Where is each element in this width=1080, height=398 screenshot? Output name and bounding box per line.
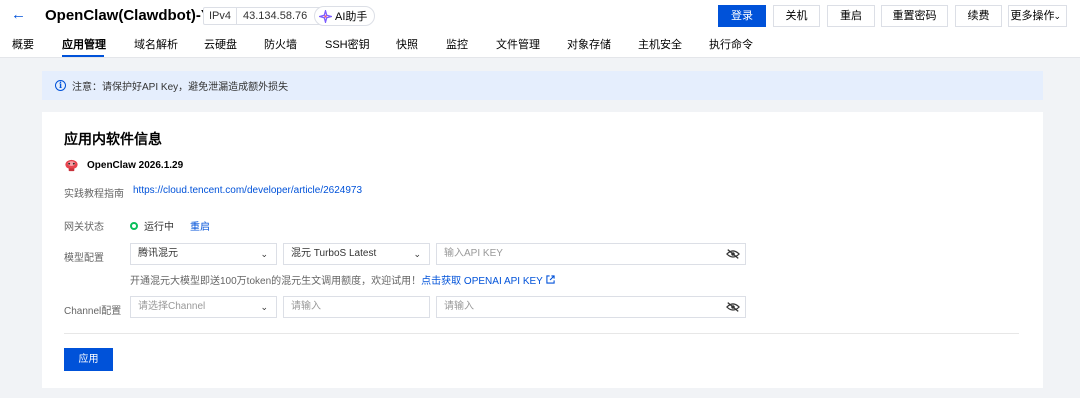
- notice-text: 注意：请保护好API Key，避免泄漏造成额外损失: [72, 82, 289, 93]
- tutorial-link[interactable]: https://cloud.tencent.com/developer/arti…: [133, 185, 362, 196]
- reset-password-button[interactable]: 重置密码: [881, 5, 948, 27]
- channel-config-label: Channel配置: [64, 306, 122, 317]
- more-actions-button[interactable]: 更多操作 ⌄: [1008, 5, 1067, 27]
- model-provider-value: 腾讯混元: [138, 248, 178, 259]
- tab-snapshot[interactable]: 快照: [396, 38, 418, 52]
- tab-bar: 概要 应用管理 域名解析 云硬盘 防火墙 SSH密钥 快照 监控 文件管理 对象…: [0, 33, 1080, 58]
- tab-cloud-disk[interactable]: 云硬盘: [204, 38, 237, 52]
- tab-monitor[interactable]: 监控: [446, 38, 468, 52]
- tab-domain[interactable]: 域名解析: [134, 38, 178, 52]
- shutdown-button[interactable]: 关机: [773, 5, 820, 27]
- chevron-down-icon: ⌄: [260, 302, 268, 312]
- info-icon: i: [55, 80, 66, 91]
- apply-button[interactable]: 应用: [64, 348, 113, 371]
- tab-ssh-keys[interactable]: SSH密钥: [325, 38, 370, 52]
- get-api-key-link[interactable]: 点击获取 OPENAI API KEY: [421, 272, 543, 287]
- channel-input-2-placeholder: 请输入: [444, 301, 474, 312]
- model-name-select[interactable]: 混元 TurboS Latest ⌄: [283, 243, 430, 265]
- app-info-row: OpenClaw 2026.1.29: [64, 158, 183, 173]
- notice-banner: i 注意：请保护好API Key，避免泄漏造成额外损失: [42, 71, 1043, 100]
- api-key-placeholder: 输入API KEY: [444, 248, 503, 259]
- channel-input-2[interactable]: 请输入: [436, 296, 746, 318]
- app-name: OpenClaw 2026.1.29: [87, 160, 184, 171]
- active-tab-indicator: [62, 55, 104, 57]
- software-info-card: 应用内软件信息 OpenClaw 2026.1.29 实践教程指南 https:…: [42, 112, 1043, 388]
- channel-select[interactable]: 请选择Channel ⌄: [130, 296, 277, 318]
- ai-star-icon: [319, 9, 332, 23]
- renew-button[interactable]: 续费: [955, 5, 1002, 27]
- channel-input-1-placeholder: 请输入: [291, 301, 321, 312]
- api-key-input[interactable]: 输入API KEY: [436, 243, 746, 265]
- tab-firewall[interactable]: 防火墙: [264, 38, 297, 52]
- gateway-restart-link[interactable]: 重启: [190, 218, 210, 233]
- restart-button[interactable]: 重启: [827, 5, 875, 27]
- chevron-down-icon: ⌄: [413, 249, 421, 259]
- more-actions-label: 更多操作: [1010, 10, 1055, 22]
- chevron-down-icon: ⌄: [1053, 11, 1061, 21]
- lobster-logo-icon: [65, 159, 78, 172]
- tab-overview[interactable]: 概要: [12, 38, 34, 52]
- chevron-down-icon: ⌄: [260, 249, 268, 259]
- tab-host-security[interactable]: 主机安全: [638, 38, 682, 52]
- login-button[interactable]: 登录: [718, 5, 766, 27]
- model-hint: 开通混元大模型即送100万token的混元生文调用额度，欢迎试用！ 点击获取 O…: [130, 272, 555, 287]
- back-arrow-icon[interactable]: ←: [11, 7, 27, 23]
- ai-assistant-label: AI助手: [335, 11, 368, 23]
- tab-object-storage[interactable]: 对象存储: [567, 38, 611, 52]
- ip-value: 43.134.58.76: [243, 10, 308, 22]
- eye-hidden-icon[interactable]: [726, 301, 740, 313]
- tutorial-label: 实践教程指南: [64, 189, 124, 200]
- ip-type-label: IPv4: [204, 8, 238, 24]
- gateway-status: 运行中 重启: [130, 218, 210, 233]
- top-header: ← OpenClaw(Clawdbot)-YpU0 IPv4 43.134.58…: [0, 0, 1080, 58]
- tab-app-management[interactable]: 应用管理: [62, 38, 106, 52]
- channel-placeholder: 请选择Channel: [138, 301, 206, 312]
- tab-file-management[interactable]: 文件管理: [496, 38, 540, 52]
- eye-hidden-icon[interactable]: [726, 248, 740, 260]
- model-name-value: 混元 TurboS Latest: [291, 248, 377, 259]
- model-provider-select[interactable]: 腾讯混元 ⌄: [130, 243, 277, 265]
- gateway-status-label: 网关状态: [64, 222, 104, 233]
- tab-run-command[interactable]: 执行命令: [709, 38, 753, 52]
- gateway-status-text: 运行中: [144, 222, 174, 233]
- running-status-icon: [130, 221, 138, 230]
- model-config-label: 模型配置: [64, 253, 104, 264]
- ai-assistant-button[interactable]: AI助手: [314, 6, 376, 26]
- channel-input-1[interactable]: 请输入: [283, 296, 430, 318]
- external-link-icon[interactable]: [546, 275, 555, 284]
- card-title: 应用内软件信息: [64, 131, 162, 147]
- divider: [64, 333, 1019, 334]
- model-hint-text: 开通混元大模型即送100万token的混元生文调用额度，欢迎试用！: [130, 276, 422, 287]
- ip-address-box: IPv4 43.134.58.76 ⧉: [203, 7, 327, 25]
